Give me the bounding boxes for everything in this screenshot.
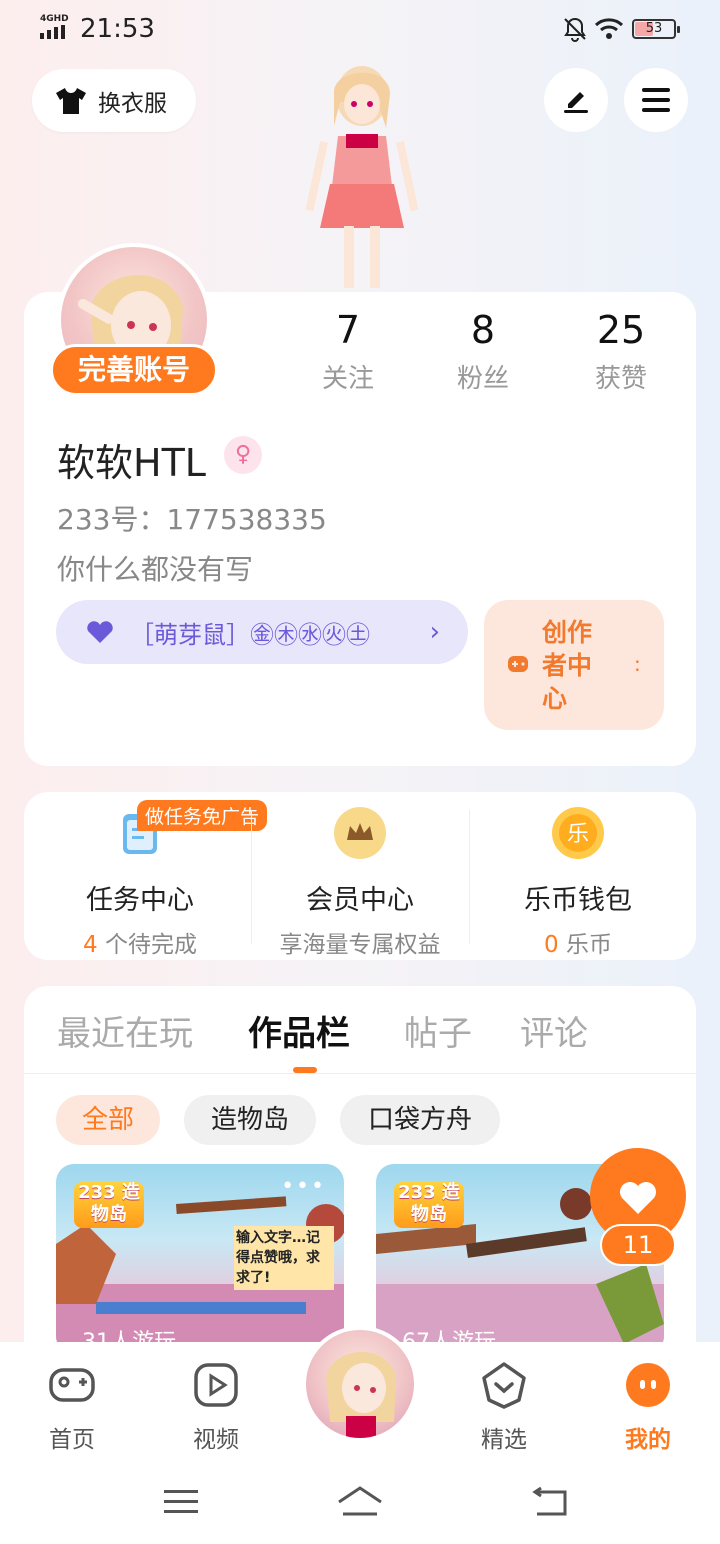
- hamburger-icon: [642, 88, 670, 112]
- vip-center[interactable]: 会员中心 享海量专属权益: [252, 800, 468, 958]
- coin-wallet[interactable]: 乐 乐币钱包 0 乐币: [470, 800, 686, 958]
- badge-button[interactable]: ［萌芽鼠］㊎㊍㊌㊋㊏ ›: [56, 600, 468, 664]
- likes-count: 25: [596, 308, 646, 352]
- chip-creation-island[interactable]: 造物岛: [184, 1095, 316, 1145]
- tshirt-icon: [56, 87, 86, 114]
- chip-pocket-ark[interactable]: 口袋方舟: [340, 1095, 500, 1145]
- likes-stat[interactable]: 25 获赞: [556, 308, 686, 395]
- back-icon[interactable]: [525, 1482, 575, 1522]
- nav-video-label: 视频: [193, 1427, 239, 1453]
- nav-mine[interactable]: 我的: [588, 1360, 708, 1454]
- vip-center-title: 会员中心: [306, 885, 414, 916]
- nav-home-label: 首页: [49, 1427, 95, 1453]
- following-label: 关注: [321, 364, 374, 394]
- tab-works[interactable]: 作品栏: [248, 1006, 350, 1055]
- creator-center-button[interactable]: 创作者中心 :: [484, 600, 664, 730]
- followers-label: 粉丝: [456, 364, 509, 394]
- clock: 21:53: [80, 14, 155, 44]
- pencil-icon: [564, 92, 588, 113]
- badge-text: ［萌芽鼠］㊎㊍㊌㊋㊏: [130, 620, 370, 649]
- coin-wallet-title: 乐币钱包: [524, 885, 632, 916]
- creator-center-label: 创作者中心: [542, 618, 593, 713]
- play-icon: [194, 1363, 238, 1407]
- more-icon: :: [634, 652, 641, 676]
- ad-free-tag: 做任务免广告: [137, 800, 268, 831]
- change-outfit-button[interactable]: 换衣服: [32, 69, 196, 132]
- followers-count: 8: [470, 308, 496, 352]
- tab-comments[interactable]: 评论: [520, 1006, 588, 1055]
- vip-center-sub: 享海量专属权益: [279, 932, 441, 958]
- nav-home[interactable]: 首页: [12, 1360, 132, 1454]
- bell-muted-icon: [564, 17, 586, 42]
- likes-label: 获赞: [594, 364, 647, 394]
- change-outfit-label: 换衣服: [98, 90, 167, 117]
- network-type: 4GHD: [40, 14, 69, 24]
- coin-icon: 乐: [552, 807, 604, 859]
- wifi-icon: [594, 18, 624, 39]
- nav-mine-label: 我的: [625, 1427, 671, 1453]
- task-center-sub: 4 个待完成: [32, 925, 248, 959]
- heart-chat-icon: [482, 1362, 526, 1409]
- task-sub-text: 个待完成: [97, 932, 197, 958]
- nav-video[interactable]: 视频: [156, 1360, 276, 1454]
- dots-icon: [626, 1363, 670, 1407]
- following-count: 7: [335, 308, 361, 352]
- avatar-image: [326, 1351, 396, 1438]
- task-center-title: 任务中心: [86, 885, 194, 916]
- coin-sub-text: 乐币: [558, 932, 612, 958]
- tab-recent-play[interactable]: 最近在玩: [57, 1006, 193, 1055]
- crown-icon: [334, 807, 386, 859]
- coin-glyph: 乐: [567, 822, 589, 847]
- more-dots-icon[interactable]: •••: [281, 1174, 326, 1199]
- edit-button[interactable]: [544, 68, 608, 132]
- home-icon[interactable]: [335, 1482, 385, 1522]
- chip-all[interactable]: 全部: [56, 1095, 160, 1145]
- game-card[interactable]: 233 造物岛 输入文字…记得点赞哦，求求了! ••• 31人游玩: [56, 1164, 344, 1354]
- complete-account-button[interactable]: 完善账号: [50, 344, 218, 396]
- chevron-right-icon: ›: [429, 617, 440, 647]
- divider: [24, 1073, 696, 1074]
- signal-icon: [40, 25, 65, 39]
- avatar-character[interactable]: [290, 56, 430, 294]
- game-logo: 233 造物岛: [74, 1182, 144, 1228]
- recent-apps-icon[interactable]: [156, 1482, 206, 1522]
- username: 软软HTL: [57, 441, 206, 485]
- status-bar: 4GHD 21:53 53: [0, 0, 720, 58]
- nav-featured[interactable]: 精选: [444, 1360, 564, 1454]
- user-id: 233号：177538335: [57, 503, 327, 536]
- following-stat[interactable]: 7 关注: [283, 308, 413, 395]
- creator-gamepad-icon: [508, 656, 528, 672]
- battery-indicator: 53: [632, 19, 680, 39]
- nav-featured-label: 精选: [481, 1427, 527, 1453]
- task-count: 4: [83, 932, 98, 958]
- like-count: 11: [600, 1224, 676, 1266]
- followers-stat[interactable]: 8 粉丝: [418, 308, 548, 395]
- heart-badge-icon: [87, 621, 113, 643]
- gamepad-icon: [49, 1368, 95, 1402]
- center-avatar-button[interactable]: [302, 1326, 418, 1442]
- bio: 你什么都没有写: [57, 553, 254, 586]
- coin-count: 0: [544, 932, 559, 958]
- game-logo: 233 造物岛: [394, 1182, 464, 1228]
- female-icon: ♀: [224, 436, 262, 474]
- menu-button[interactable]: [624, 68, 688, 132]
- coin-wallet-sub: 0 乐币: [470, 925, 686, 959]
- game-caption: 输入文字…记得点赞哦，求求了!: [234, 1226, 334, 1290]
- tab-posts[interactable]: 帖子: [404, 1006, 472, 1055]
